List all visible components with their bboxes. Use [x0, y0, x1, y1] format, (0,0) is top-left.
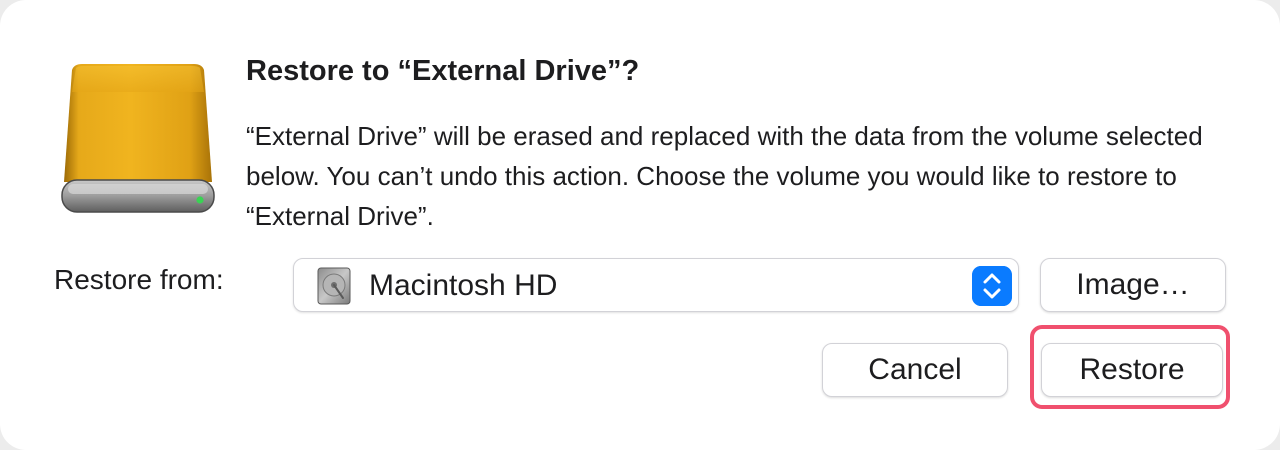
restore-from-label: Restore from:: [54, 264, 224, 295]
image-button[interactable]: Image…: [1040, 258, 1226, 312]
dialog-message: “External Drive” will be erased and repl…: [246, 121, 1203, 231]
internal-disk-icon: [317, 267, 351, 305]
popup-stepper-icon[interactable]: [972, 266, 1012, 306]
restore-dialog: Restore to “External Drive”? “External D…: [0, 0, 1280, 450]
external-drive-icon: [61, 64, 215, 213]
dialog-title: Restore to “External Drive”?: [246, 55, 640, 87]
cancel-button[interactable]: Cancel: [822, 343, 1008, 397]
restore-from-popup[interactable]: Macintosh HD: [293, 258, 1019, 312]
restore-button[interactable]: Restore: [1041, 343, 1223, 397]
restore-from-value: Macintosh HD: [369, 269, 558, 302]
